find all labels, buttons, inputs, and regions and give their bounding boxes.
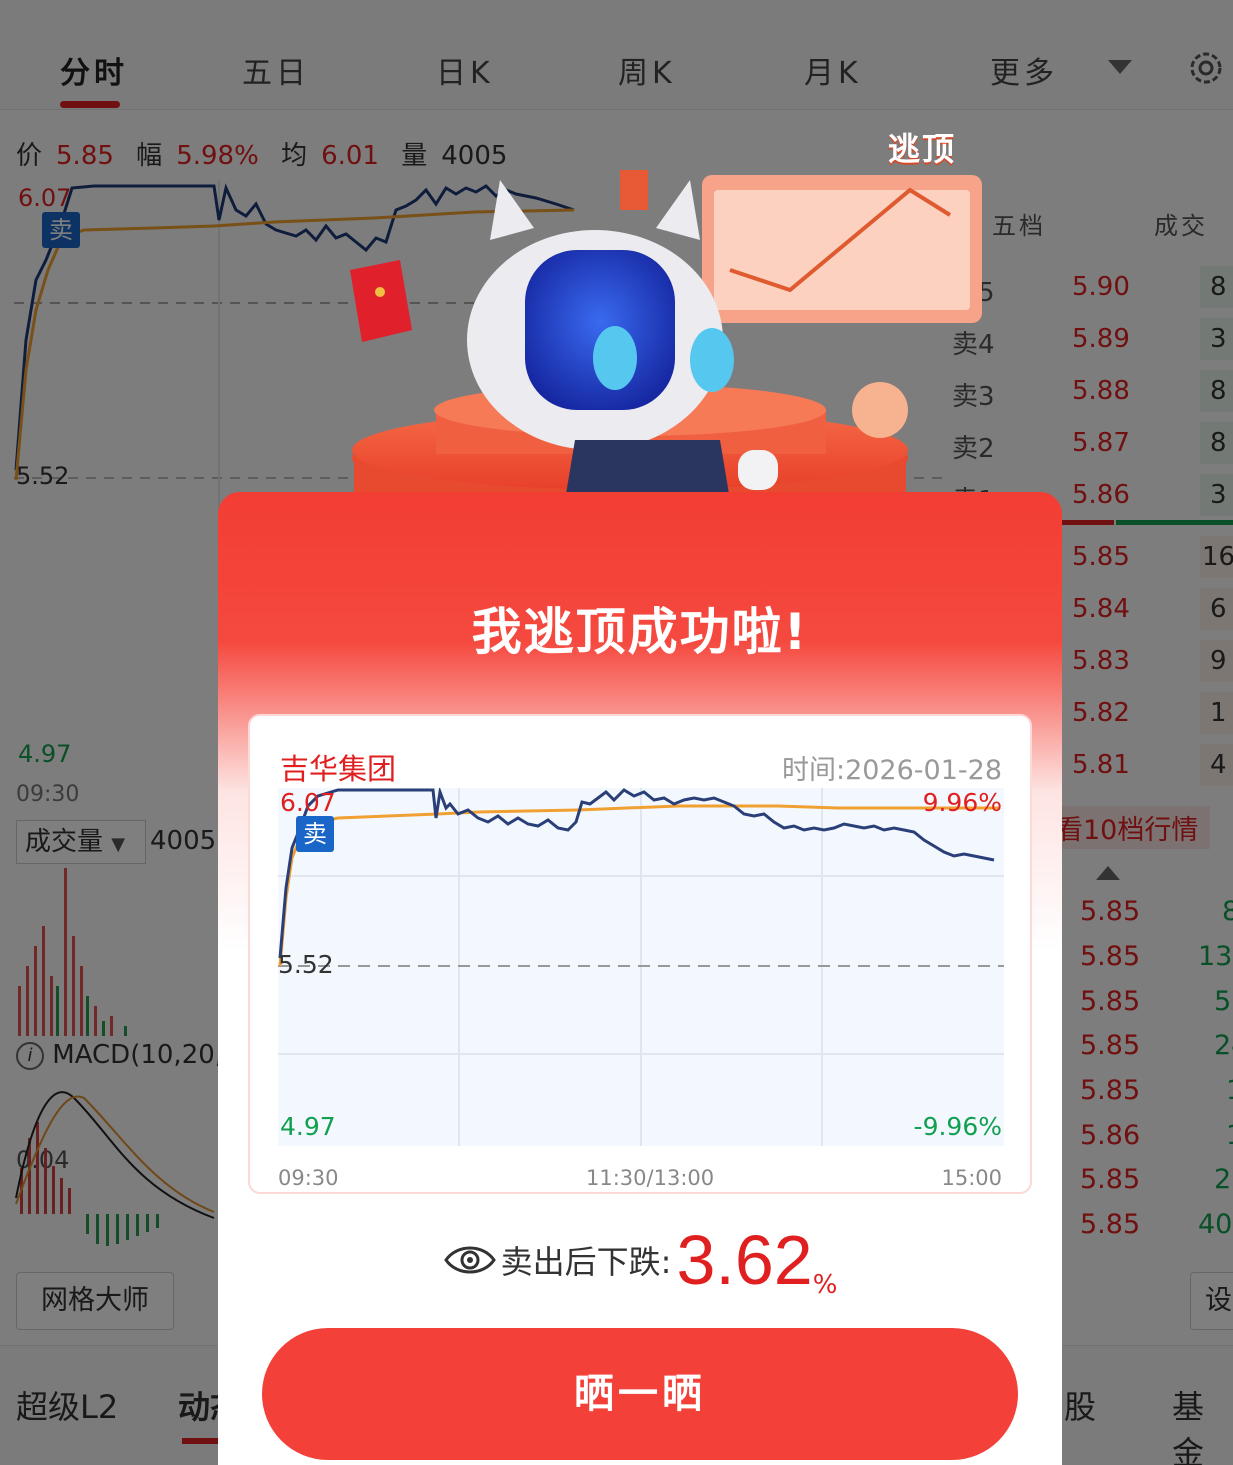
modal-title: 我逃顶成功啦! <box>471 603 809 661</box>
eye-icon <box>443 1246 496 1274</box>
mini-high-pct-label: 9.96% <box>922 788 1002 817</box>
drop-unit: % <box>812 1270 838 1300</box>
drop-label: 卖出后下跌: <box>500 1243 672 1281</box>
x-axis-start: 09:30 <box>278 1166 339 1190</box>
mini-low-pct-label: -9.96% <box>913 1112 1002 1141</box>
mini-mid-label: 5.52 <box>278 950 334 979</box>
x-axis-end: 15:00 <box>941 1166 1002 1190</box>
post-sell-drop: 卖出后下跌: 3.62% <box>218 1220 1062 1300</box>
trade-date: 时间:2026-01-28 <box>781 755 1002 786</box>
mini-sell-marker: 卖 <box>296 816 334 852</box>
share-card: 吉华集团 时间:2026-01-28 6.07 卖 5.52 4.97 9.96… <box>248 714 1032 1194</box>
escape-top-success-modal: 我逃顶成功啦! 吉华集团 时间:2026-01-28 6.07 卖 5.52 4… <box>218 492 1062 1465</box>
x-axis-mid: 11:30/13:00 <box>586 1166 715 1190</box>
mini-intraday-chart <box>278 788 1004 1146</box>
robot-mascot-illustration <box>350 170 982 500</box>
mini-high-label: 6.07 <box>280 788 336 817</box>
share-button[interactable]: 晒一晒 <box>262 1328 1018 1460</box>
stock-name: 吉华集团 <box>280 752 397 786</box>
drop-value: 3.62 <box>676 1221 813 1299</box>
mini-low-label: 4.97 <box>280 1112 336 1141</box>
escape-top-badge: 逃顶 <box>888 130 957 168</box>
